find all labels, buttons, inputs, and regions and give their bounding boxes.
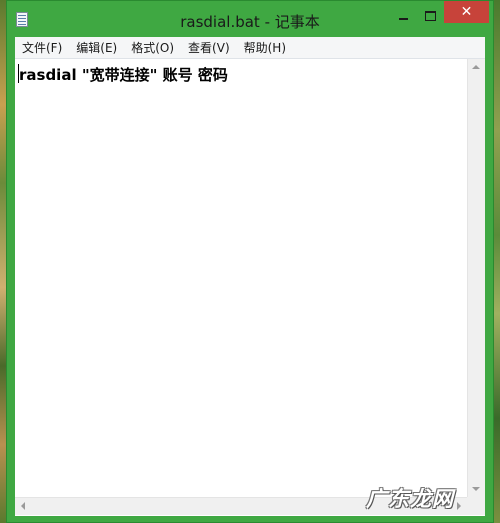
scroll-right-icon[interactable] <box>457 502 461 510</box>
maximize-icon <box>424 11 436 21</box>
editor-content: rasdial "宽带连接" 账号 密码 <box>19 66 228 84</box>
menu-file[interactable]: 文件(F) <box>15 38 69 58</box>
close-button[interactable]: ✕ <box>444 1 489 23</box>
text-editor[interactable]: rasdial "宽带连接" 账号 密码 <box>15 59 467 497</box>
maximize-button[interactable] <box>417 7 443 25</box>
menu-help[interactable]: 帮助(H) <box>237 38 293 58</box>
client-area: 文件(F) 编辑(E) 格式(O) 查看(V) 帮助(H) rasdial "宽… <box>15 37 485 516</box>
title-bar[interactable]: rasdial.bat - 记事本 ✕ <box>7 1 493 37</box>
minimize-icon <box>398 18 408 20</box>
menu-format[interactable]: 格式(O) <box>124 38 181 58</box>
minimize-button[interactable] <box>390 7 416 25</box>
scroll-up-icon[interactable] <box>472 65 480 69</box>
scroll-down-icon[interactable] <box>472 487 480 491</box>
close-icon: ✕ <box>460 4 473 20</box>
menu-bar: 文件(F) 编辑(E) 格式(O) 查看(V) 帮助(H) <box>15 37 485 59</box>
watermark-logo: 广东龙网 <box>366 486 454 511</box>
menu-view[interactable]: 查看(V) <box>181 38 237 58</box>
menu-edit[interactable]: 编辑(E) <box>69 38 124 58</box>
scrollbar-corner <box>467 497 485 515</box>
vertical-scrollbar[interactable] <box>467 59 485 497</box>
scroll-left-icon[interactable] <box>21 502 25 510</box>
notepad-window: rasdial.bat - 记事本 ✕ 文件(F) 编辑(E) 格式(O) 查看… <box>6 0 494 523</box>
